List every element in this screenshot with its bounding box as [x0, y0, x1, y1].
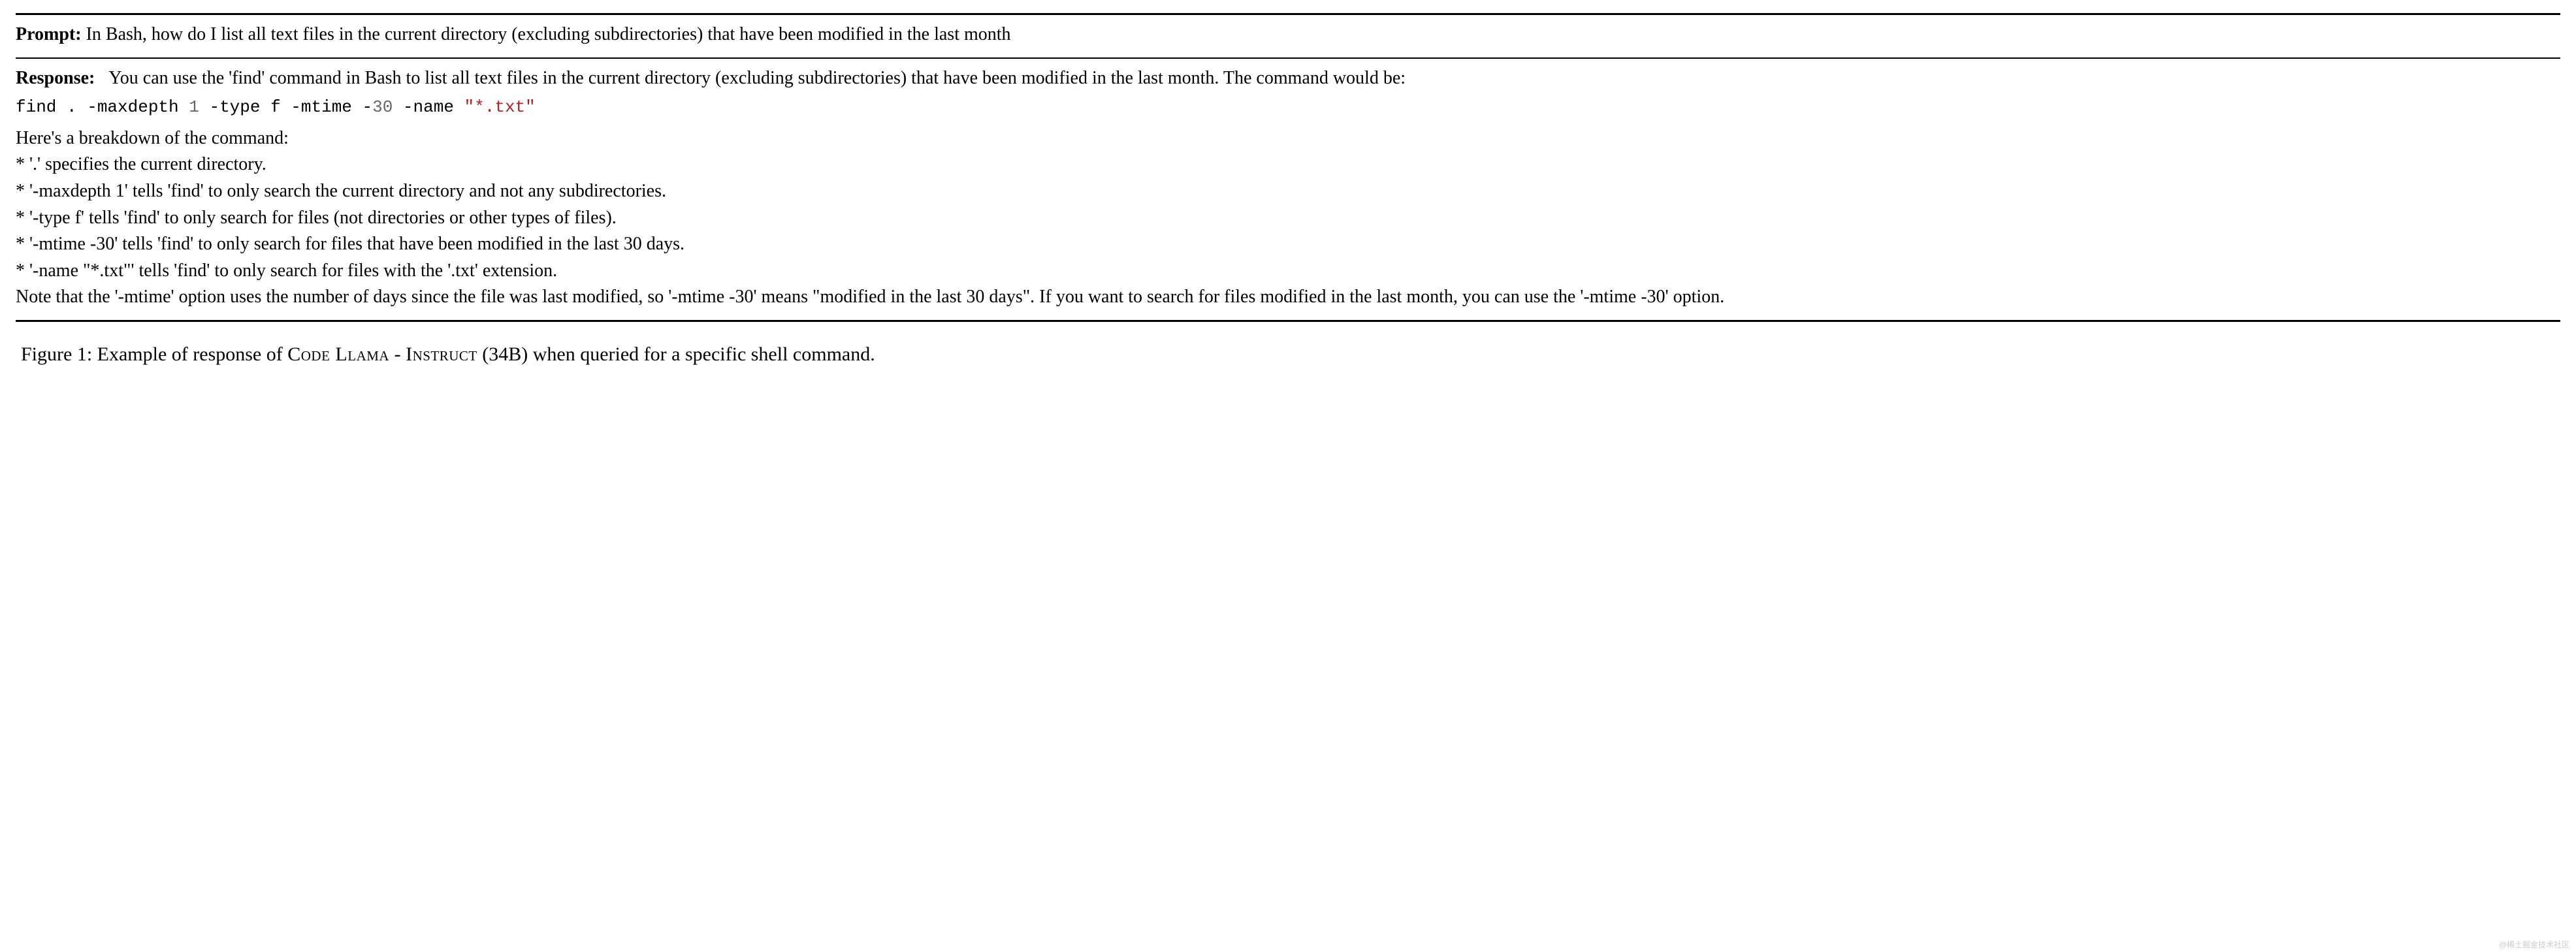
prompt-label: Prompt: [16, 24, 82, 44]
prompt-block: Prompt: In Bash, how do I list all text … [16, 22, 2560, 48]
code-part1: find . -maxdepth [16, 97, 189, 117]
code-part3: -name [393, 97, 464, 117]
response-intro-text: You can use the 'find' command in Bash t… [108, 68, 1406, 88]
response-note: Note that the '-mtime' option uses the n… [16, 284, 2560, 311]
code-string: "*.txt" [464, 97, 536, 117]
bullet-0: * '.' specifies the current directory. [16, 151, 2560, 178]
figure-caption: Figure 1: Example of response of Code Ll… [16, 322, 2560, 369]
code-part2: -type f -mtime - [199, 97, 372, 117]
breakdown-block: Here's a breakdown of the command: * '.'… [16, 124, 2560, 311]
response-label: Response: [16, 68, 95, 88]
bullet-2: * '-type f' tells 'find' to only search … [16, 205, 2560, 232]
bullet-1: * '-maxdepth 1' tells 'find' to only sea… [16, 178, 2560, 205]
response-intro-block: Response: You can use the 'find' command… [16, 65, 2560, 92]
caption-separator: - [389, 343, 406, 365]
code-num1: 1 [189, 97, 199, 117]
bullet-4: * '-name "*.txt"' tells 'find' to only s… [16, 258, 2560, 285]
prompt-text: In Bash, how do I list all text files in… [86, 24, 1011, 44]
breakdown-intro: Here's a breakdown of the command: [16, 125, 2560, 152]
code-command: find . -maxdepth 1 -type f -mtime -30 -n… [16, 91, 2560, 124]
watermark: @稀土掘金技术社区 [2499, 940, 2569, 951]
code-num2: 30 [372, 97, 393, 117]
caption-suffix: (34B) when queried for a specific shell … [477, 343, 875, 365]
response-section: Response: You can use the 'find' command… [16, 59, 2560, 320]
caption-model-2: Instruct [406, 343, 477, 365]
caption-model-1: Code Llama [287, 343, 389, 365]
bullet-3: * '-mtime -30' tells 'find' to only sear… [16, 231, 2560, 258]
prompt-section: Prompt: In Bash, how do I list all text … [16, 15, 2560, 57]
caption-prefix: Figure 1: Example of response of [21, 343, 287, 365]
